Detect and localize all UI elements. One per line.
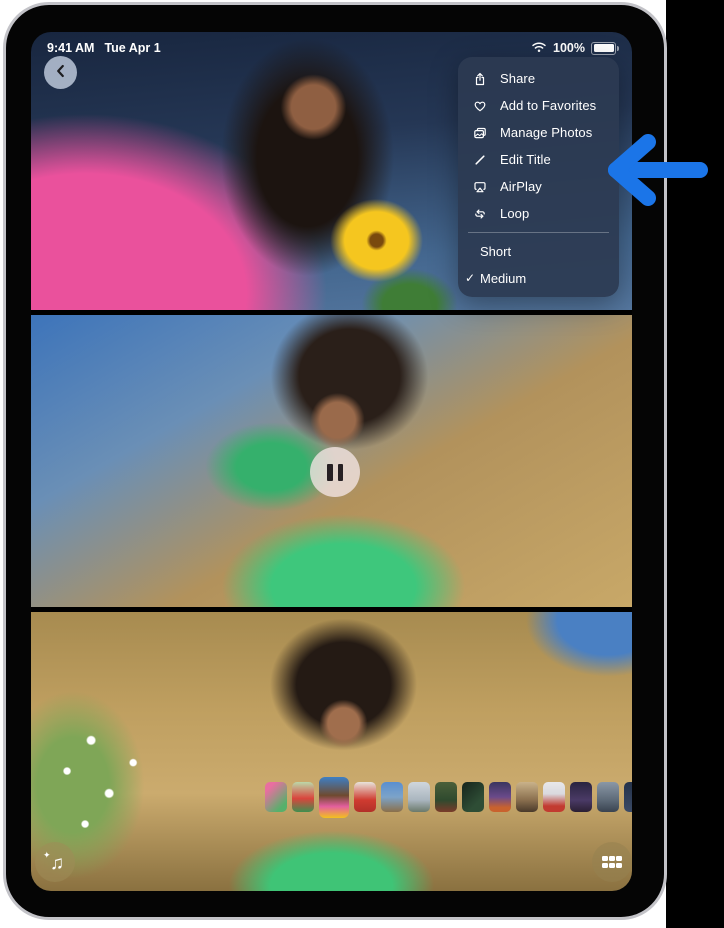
filmstrip-thumb[interactable] [516,782,538,812]
menu-item-loop[interactable]: Loop [458,200,619,227]
filmstrip-thumb[interactable] [408,782,430,812]
menu-item-add-to-favorites[interactable]: Add to Favorites [458,92,619,119]
filmstrip-thumb[interactable] [292,782,314,812]
filmstrip-thumb[interactable] [462,782,484,812]
filmstrip-thumb[interactable] [543,782,565,812]
menu-item-label: Edit Title [500,152,551,167]
filmstrip-thumb[interactable] [624,782,632,812]
pencil-icon [470,153,490,167]
photos-stack-icon [470,126,490,140]
status-time: 9:41 AM [47,41,94,55]
page-background: 9:41 AM Tue Apr 1 100% [0,0,724,928]
menu-item-label: AirPlay [500,179,542,194]
ipad-screen: 9:41 AM Tue Apr 1 100% [31,32,632,891]
sparkle-icon: ✦ [43,850,51,861]
chevron-left-icon [52,62,70,83]
callout-arrow-icon [600,130,724,210]
back-button[interactable] [44,56,77,89]
status-bar: 9:41 AM Tue Apr 1 100% [31,38,632,58]
filmstrip-thumb[interactable] [319,777,349,818]
heart-icon [470,99,490,113]
battery-icon [591,42,616,55]
menu-item-label: Short [480,244,511,259]
menu-item-airplay[interactable]: AirPlay [458,173,619,200]
menu-separator [468,232,609,233]
pause-icon [327,464,333,481]
options-menu: Share Add to Favorites [458,57,619,297]
status-date: Tue Apr 1 [104,41,160,55]
menu-item-label: Loop [500,206,529,221]
grid-view-button[interactable] [592,842,632,882]
pause-button[interactable] [310,447,360,497]
music-note-icon: ♫ [50,854,64,873]
checkmark-icon: ✓ [465,271,475,285]
filmstrip-thumb[interactable] [354,782,376,812]
filmstrip-thumb[interactable] [597,782,619,812]
menu-item-label: Share [500,71,535,86]
battery-percent: 100% [553,41,585,55]
memory-photo-bottom[interactable] [31,612,632,891]
menu-item-medium[interactable]: ✓ Medium [458,265,619,292]
filmstrip-thumb[interactable] [570,782,592,812]
filmstrip-thumb[interactable] [381,782,403,812]
menu-item-share[interactable]: Share [458,65,619,92]
filmstrip-thumb[interactable] [435,782,457,812]
filmstrip-thumb[interactable] [265,782,287,812]
menu-item-edit-title[interactable]: Edit Title [458,146,619,173]
menu-item-label: Add to Favorites [500,98,596,113]
menu-item-manage-photos[interactable]: Manage Photos [458,119,619,146]
ipad-device-frame: 9:41 AM Tue Apr 1 100% [3,2,667,920]
filmstrip[interactable] [265,775,632,819]
memory-mix-button[interactable]: ♫ ✦ [35,842,75,882]
share-icon [470,72,490,86]
airplay-icon [470,180,490,194]
wifi-icon [531,41,547,56]
filmstrip-thumb[interactable] [489,782,511,812]
menu-item-short[interactable]: Short [458,238,619,265]
menu-item-label: Medium [480,271,526,286]
loop-icon [470,207,490,221]
menu-item-label: Manage Photos [500,125,592,140]
grid-icon [602,856,622,869]
